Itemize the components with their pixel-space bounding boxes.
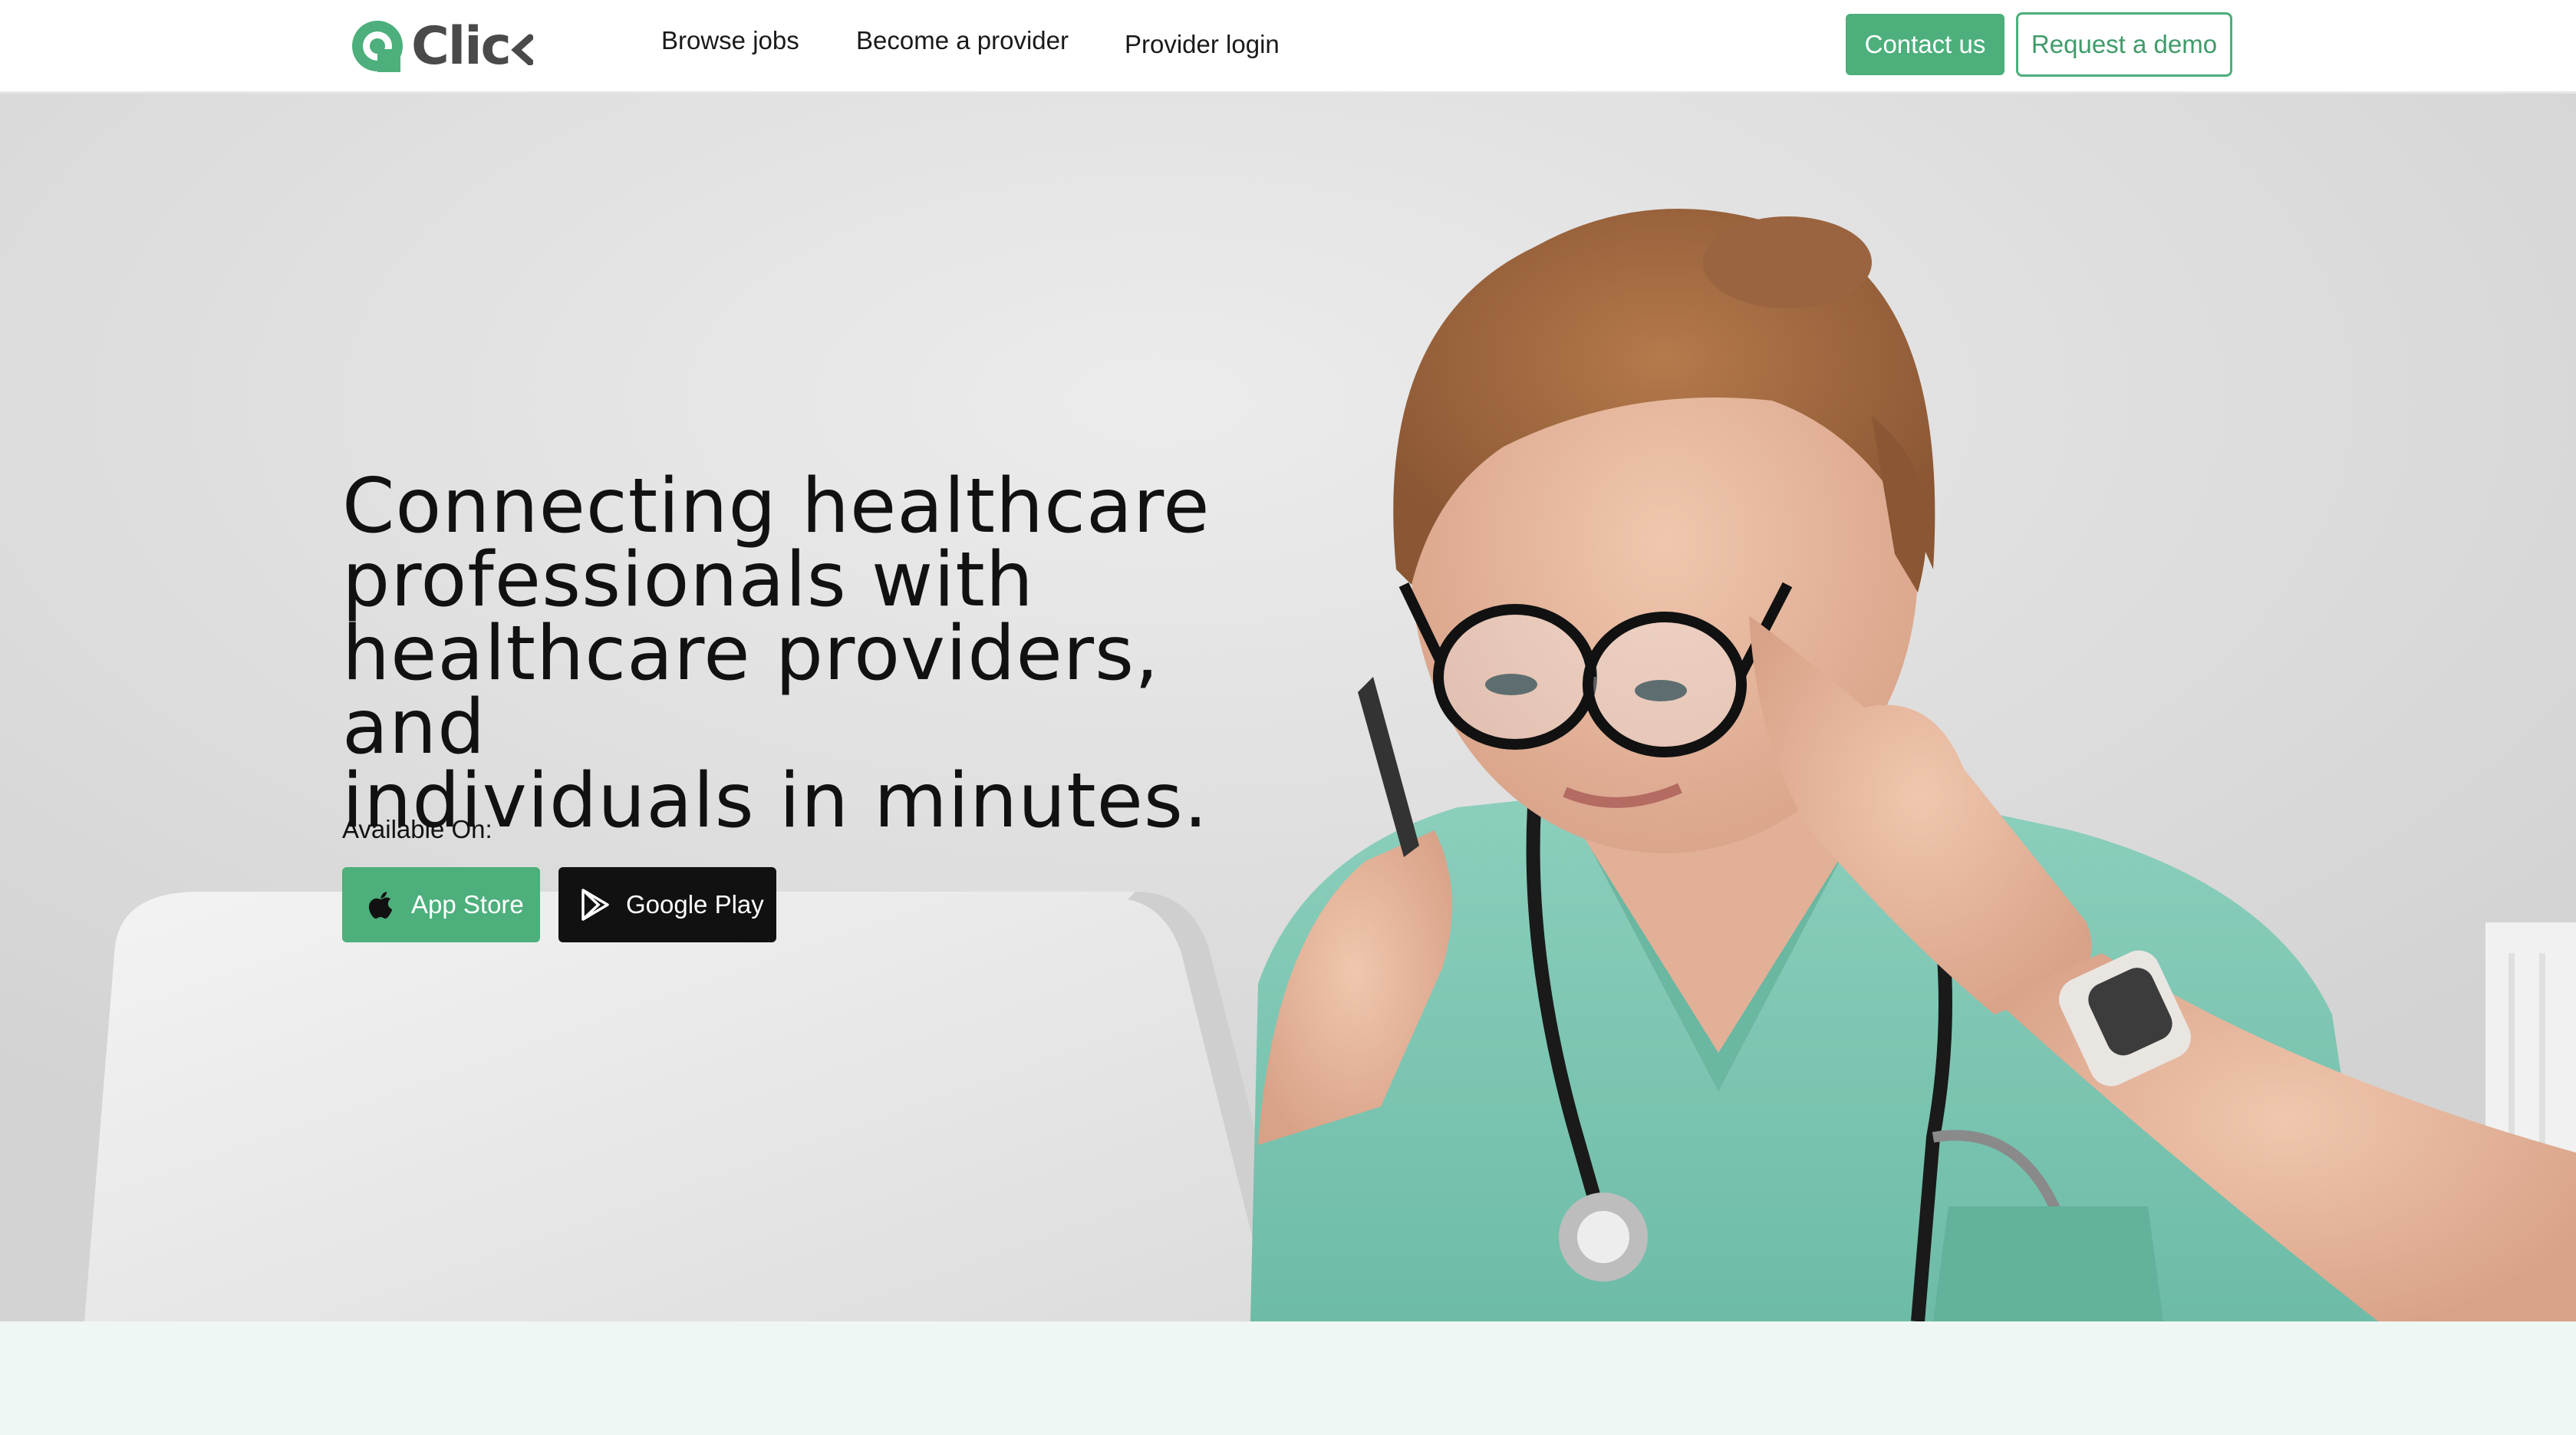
nav-become-provider[interactable]: Become a provider bbox=[856, 26, 1069, 55]
google-play-label: Google Play bbox=[626, 890, 764, 919]
contact-us-button[interactable]: Contact us bbox=[1846, 14, 2004, 75]
app-store-button[interactable]: App Store bbox=[342, 867, 540, 942]
brand-wordmark: Clic bbox=[411, 15, 512, 77]
brand-wordmark-chevron bbox=[511, 34, 533, 65]
nav-browse-jobs[interactable]: Browse jobs bbox=[661, 26, 799, 55]
click-logo-icon bbox=[352, 21, 403, 72]
headline-line-3: healthcare providers, and bbox=[342, 610, 1160, 771]
apple-icon bbox=[368, 892, 392, 919]
top-nav: Clic Browse jobs Become a provider Provi… bbox=[0, 0, 2576, 94]
request-demo-button[interactable]: Request a demo bbox=[2016, 12, 2232, 77]
google-play-icon bbox=[581, 889, 609, 921]
hero-section: Connecting healthcare professionals with… bbox=[0, 94, 2576, 1321]
next-section bbox=[0, 1321, 2576, 1435]
hero-headline: Connecting healthcare professionals with… bbox=[342, 469, 1263, 839]
available-on-label: Available On: bbox=[342, 815, 492, 843]
nav-provider-login[interactable]: Provider login bbox=[1125, 30, 1280, 59]
google-play-button[interactable]: Google Play bbox=[558, 867, 776, 942]
app-store-label: App Store bbox=[411, 890, 524, 919]
brand-logo[interactable]: Clic bbox=[350, 15, 533, 77]
